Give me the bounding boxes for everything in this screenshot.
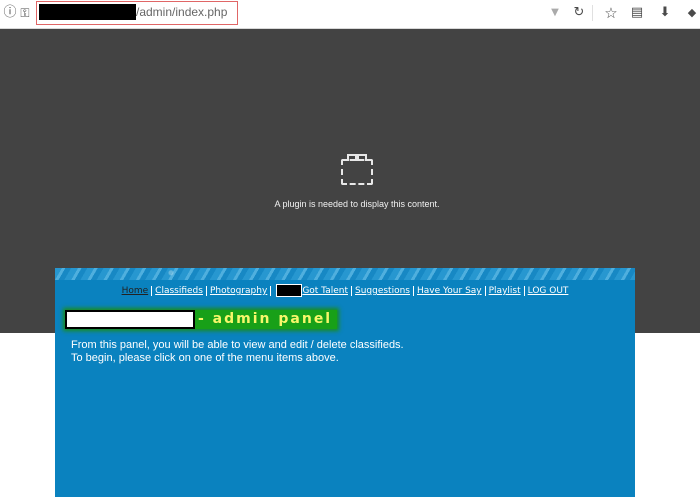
plugin-message: A plugin is needed to display this conte… [274,199,440,209]
nav-got-talent-label: Got Talent [302,286,348,296]
title-redacted-name [65,310,195,329]
nav-classifieds[interactable]: Classifieds [152,286,207,296]
nav-home[interactable]: Home [118,286,153,296]
nav-suggestions[interactable]: Suggestions [351,286,414,296]
reload-icon[interactable]: ↻ [571,4,587,22]
intro-line-1: From this panel, you will be able to vie… [71,339,404,351]
intro-text: From this panel, you will be able to vie… [71,339,404,365]
nav-have-your-say[interactable]: Have Your Say [413,286,486,296]
panel-header-decoration [55,268,635,280]
nav-got-talent[interactable]: Got Talent [271,284,352,297]
browser-toolbar: ⓘ ⚿ /admin/index.php ▼ ↻ ☆ ▤ ⬇ ◆ [0,0,700,29]
nav-photography[interactable]: Photography [206,286,272,296]
admin-panel: Home Classifieds Photography Got Talent Sugg… [55,268,635,497]
nav-logout[interactable]: LOG OUT [525,286,572,296]
chevron-down-icon[interactable]: ▼ [549,4,561,22]
page-title: - admin panel [65,310,337,329]
nav-playlist[interactable]: Playlist [485,286,525,296]
page-title-text: - admin panel [198,311,333,327]
key-icon[interactable]: ⚿ [18,4,32,22]
star-icon[interactable]: ☆ [602,4,620,22]
plugin-icon [341,154,373,185]
download-icon[interactable]: ⬇ [656,4,674,22]
info-icon[interactable]: ⓘ [3,4,17,22]
url-path[interactable]: /admin/index.php [136,5,227,19]
toolbar-divider [592,5,593,21]
url-redacted-domain [39,4,136,20]
intro-line-2: To begin, please click on one of the men… [71,352,339,364]
more-icon[interactable]: ◆ [684,4,700,22]
main-nav: Home Classifieds Photography Got Talent Sugg… [55,284,635,297]
clipboard-icon[interactable]: ▤ [628,4,646,22]
nav-redacted [276,284,303,297]
